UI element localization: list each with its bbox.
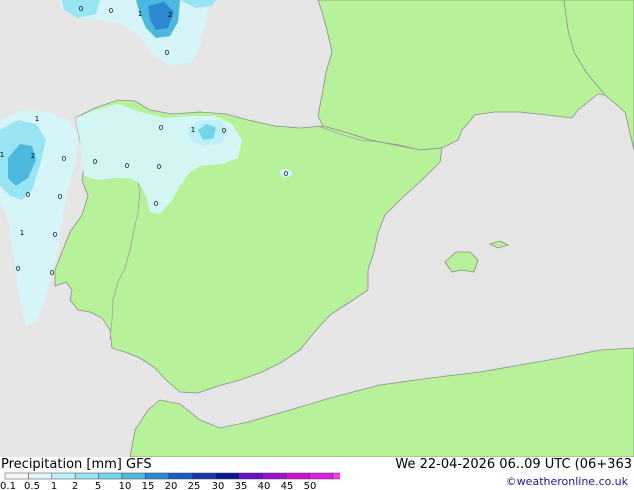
map-value-label: 0 [284,170,288,178]
map-value-label: 1 [0,151,4,159]
legend-swatch [28,472,53,480]
legend-swatch [4,472,29,480]
legend-label: 40 [258,481,271,490]
legend-label: 50 [304,481,317,490]
legend-swatch [191,472,216,480]
map-value-label: 0 [26,191,30,199]
map-value-label: 0 [222,127,226,135]
legend-label: 35 [235,481,248,490]
map-value-label: 2 [168,11,172,19]
legend-swatch [262,472,287,480]
map-value-label: 0 [58,193,62,201]
legend-swatch [238,472,263,480]
legend-label: 45 [281,481,294,490]
map-value-label: 0 [93,158,97,166]
credit-link[interactable]: ©weatheronline.co.uk [506,475,628,489]
map-value-label: 1 [20,229,24,237]
map-value-label: 0 [154,200,158,208]
map-value-label: 1 [35,115,39,123]
legend-swatch [74,472,99,480]
map-value-label: 0 [62,155,66,163]
map-value-label: 0 [157,163,161,171]
legend-label: 15 [142,481,155,490]
legend-swatch [168,472,193,480]
map-value-label: 0 [79,5,83,13]
legend-label: 2 [72,481,78,490]
map-value-label: 0 [53,231,57,239]
legend-labels: 0.1 0.5 1 2 5 10 15 20 25 30 35 40 45 50 [0,481,316,490]
map-value-label: 1 [138,10,142,18]
map-value-label: 1 [191,126,195,134]
legend-swatch [285,472,310,480]
map-value-label: 0 [50,269,54,277]
legend-label: 25 [188,481,201,490]
legend-label: 30 [212,481,225,490]
legend-swatch [51,472,76,480]
legend-label: 0.5 [24,481,40,490]
legend-label: 1 [51,481,57,490]
map-value-label: 0 [165,49,169,57]
precipitation-map: 0 0 1 2 0 1 1 2 0 0 0 0 1 0 0 0 0 0 0 1 0 0 0 [0,0,634,457]
legend-swatch [98,472,123,480]
map-value-label: 0 [125,162,129,170]
map-value-label: 0 [159,124,163,132]
color-legend: 0.1 0.5 1 2 5 10 15 20 25 30 35 40 45 50 [0,472,340,490]
product-title: Precipitation [mm] GFS [1,457,152,472]
legend-swatch [332,472,340,480]
legend-swatch [215,472,240,480]
legend-label: 10 [119,481,132,490]
legend-label: 0.1 [0,481,16,490]
map-value-label: 0 [109,7,113,15]
legend-label: 5 [95,481,101,490]
legend-label: 20 [165,481,178,490]
valid-time: We 22-04-2026 06..09 UTC (06+363 [395,457,632,472]
legend-swatch [308,472,333,480]
legend-swatch [145,472,170,480]
legend-swatch [121,472,146,480]
map-value-label: 2 [31,152,35,160]
legend-boxes [4,472,340,480]
map-value-label: 0 [16,265,20,273]
